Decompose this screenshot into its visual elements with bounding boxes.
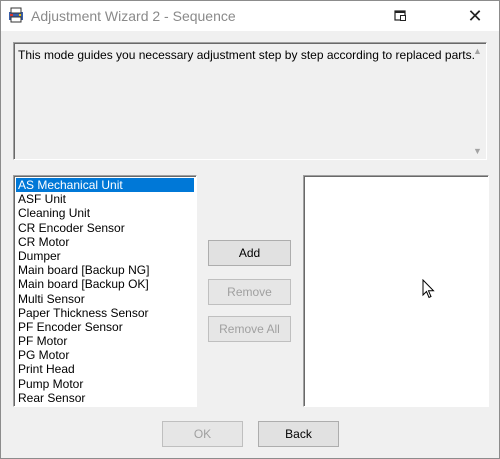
list-item[interactable]: Multi Sensor <box>16 292 194 306</box>
back-button[interactable]: Back <box>258 421 339 447</box>
list-item[interactable]: Main board [Backup OK] <box>16 277 194 291</box>
parts-listbox[interactable]: AS Mechanical Unit ASF Unit Cleaning Unit C… <box>13 175 197 407</box>
list-item[interactable]: Dumper <box>16 249 194 263</box>
close-icon[interactable]: ✕ <box>465 7 485 25</box>
list-item[interactable]: CR Encoder Sensor <box>16 221 194 235</box>
list-item[interactable]: Paper Thickness Sensor <box>16 306 194 320</box>
list-item[interactable]: Main board [Backup NG] <box>16 263 194 277</box>
chevron-down-icon[interactable]: ▼ <box>470 144 485 158</box>
list-item[interactable]: Cleaning Unit <box>16 206 194 220</box>
description-box: This mode guides you necessary adjustmen… <box>13 42 487 160</box>
window-title: Adjustment Wizard 2 - Sequence <box>31 8 236 24</box>
list-item[interactable]: Rear Sensor <box>16 391 194 405</box>
chevron-up-icon[interactable]: ▲ <box>470 44 485 58</box>
list-item[interactable]: Pump Motor <box>16 377 194 391</box>
list-item[interactable]: AS Mechanical Unit <box>16 178 194 193</box>
remove-all-button[interactable]: Remove All <box>208 316 291 342</box>
restore-window-icon[interactable] <box>394 8 408 22</box>
ok-button[interactable]: OK <box>162 421 243 447</box>
mouse-cursor-icon <box>422 279 435 299</box>
description-text: This mode guides you necessary adjustmen… <box>18 48 475 62</box>
list-item[interactable]: ASF Unit <box>16 192 194 206</box>
description-scrollbar[interactable]: ▲ ▼ <box>470 44 485 158</box>
list-item[interactable]: PF Motor <box>16 334 194 348</box>
add-button[interactable]: Add <box>208 240 291 266</box>
list-item[interactable]: PG Motor <box>16 348 194 362</box>
selected-parts-listbox[interactable] <box>303 175 489 407</box>
adjustment-wizard-window: Adjustment Wizard 2 - Sequence ✕ This mo… <box>0 0 500 459</box>
list-item[interactable]: Print Head <box>16 362 194 376</box>
title-bar[interactable]: Adjustment Wizard 2 - Sequence ✕ <box>1 1 499 31</box>
list-item[interactable]: CR Motor <box>16 235 194 249</box>
printer-app-icon <box>9 7 23 23</box>
list-item[interactable]: PF Encoder Sensor <box>16 320 194 334</box>
remove-button[interactable]: Remove <box>208 279 291 305</box>
